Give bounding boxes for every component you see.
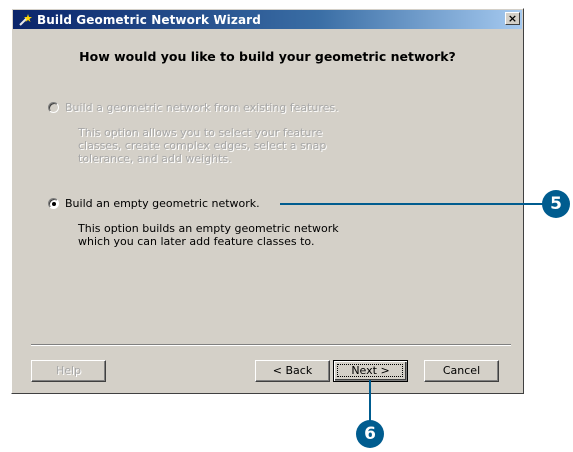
callout-6-label: 6 <box>364 424 376 444</box>
wizard-dialog: Build Geometric Network Wizard × How wou… <box>11 8 524 394</box>
close-button[interactable]: × <box>505 12 520 25</box>
help-button[interactable]: Help <box>31 360 106 382</box>
button-separator <box>31 344 511 346</box>
cancel-button[interactable]: Cancel <box>424 360 499 382</box>
callout-6-line <box>369 380 371 422</box>
cancel-button-label: Cancel <box>442 364 481 377</box>
option-empty-network-description: This option builds an empty geometric ne… <box>78 222 368 248</box>
option-from-existing-desc-line: This option allows you to select your fe… <box>78 126 323 139</box>
next-button[interactable]: Next > <box>333 360 408 382</box>
help-button-label: Help <box>55 364 82 377</box>
radio-selected-dot <box>52 202 56 206</box>
next-button-label: Next > <box>351 364 390 377</box>
option-from-existing-label: Build a geometric network from existing … <box>65 101 339 114</box>
option-from-existing-desc-line: tolerance, and add weights. <box>78 152 232 165</box>
page-heading: How would you like to build your geometr… <box>79 49 456 64</box>
callout-5-badge: 5 <box>542 190 570 218</box>
radio-from-existing[interactable] <box>48 102 59 113</box>
option-empty-network-desc-line: which you can later add feature classes … <box>78 235 315 248</box>
callout-5-label: 5 <box>550 194 562 214</box>
callout-6-badge: 6 <box>356 420 384 448</box>
option-empty-network-desc-line: This option builds an empty geometric ne… <box>78 222 339 235</box>
close-icon: × <box>507 12 518 25</box>
window-title: Build Geometric Network Wizard <box>37 12 261 27</box>
wand-icon <box>17 12 33 28</box>
callout-5-line <box>280 203 544 205</box>
option-from-existing-desc-line: classes, create complex edges, select a … <box>78 139 327 152</box>
back-button[interactable]: < Back <box>255 360 330 382</box>
radio-empty-network[interactable] <box>48 198 59 209</box>
option-from-existing-description: This option allows you to select your fe… <box>78 126 368 165</box>
option-empty-network-label: Build an empty geometric network. <box>65 197 260 210</box>
back-button-label: < Back <box>272 364 313 377</box>
title-bar[interactable]: Build Geometric Network Wizard × <box>13 10 522 29</box>
